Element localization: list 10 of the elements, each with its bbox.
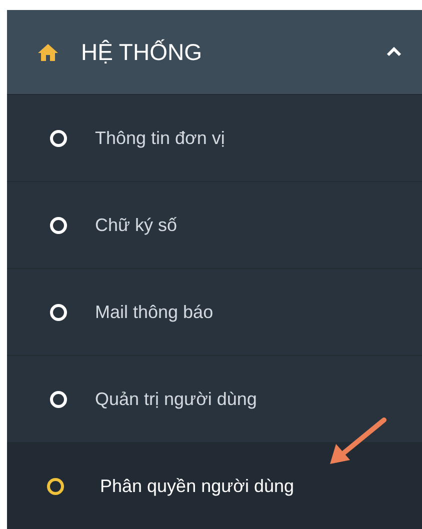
- menu-header[interactable]: HỆ THỐNG: [7, 10, 422, 94]
- home-icon: [37, 42, 59, 62]
- circle-icon: [47, 478, 64, 494]
- circle-icon: [50, 390, 67, 408]
- menu-item[interactable]: Phân quyền người dùng: [7, 442, 422, 529]
- circle-icon: [50, 304, 67, 320]
- circle-icon: [50, 216, 67, 234]
- circle-icon: [50, 130, 67, 146]
- menu-title: HỆ THỐNG: [81, 38, 203, 66]
- chevron-up-icon: [386, 47, 402, 57]
